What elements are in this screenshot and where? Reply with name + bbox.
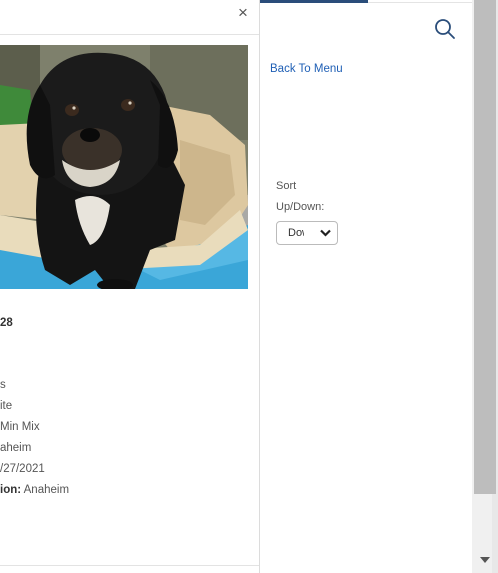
search-icon (435, 19, 455, 39)
modal-header: × (0, 0, 259, 35)
pet-color: ite (0, 400, 13, 412)
pet-date: /27/2021 (0, 463, 45, 475)
chevron-down-icon (320, 229, 331, 237)
active-tab-indicator (260, 0, 368, 3)
sort-label-line1: Sort (276, 180, 297, 192)
search-button[interactable] (433, 17, 457, 41)
scrollbar-thumb[interactable] (474, 0, 496, 494)
back-to-menu-link[interactable]: Back To Menu (270, 63, 343, 75)
location-label: ion: (0, 484, 22, 496)
scroll-down-button[interactable] (479, 553, 491, 565)
triangle-down-icon (480, 557, 490, 563)
pet-breed: Min Mix (0, 421, 40, 433)
sort-label-line2: Up/Down: (276, 201, 325, 213)
modal-footer (0, 565, 259, 566)
sort-selected-value: Down (288, 227, 304, 239)
pet-photo (0, 45, 248, 289)
pet-location: ion: Anaheim (0, 484, 69, 496)
pet-status: s (0, 379, 6, 391)
pet-detail-modal: × 28 s ite Min Mix aheim /27/2021 ion: A… (0, 0, 260, 573)
pet-city: aheim (0, 442, 32, 454)
close-button[interactable]: × (236, 4, 250, 22)
pet-id: 28 (0, 317, 13, 329)
sort-direction-select[interactable]: Down (276, 221, 338, 245)
location-value: Anaheim (23, 484, 70, 496)
sort-label: Sort Up/Down: (276, 176, 346, 218)
top-divider (368, 2, 472, 3)
